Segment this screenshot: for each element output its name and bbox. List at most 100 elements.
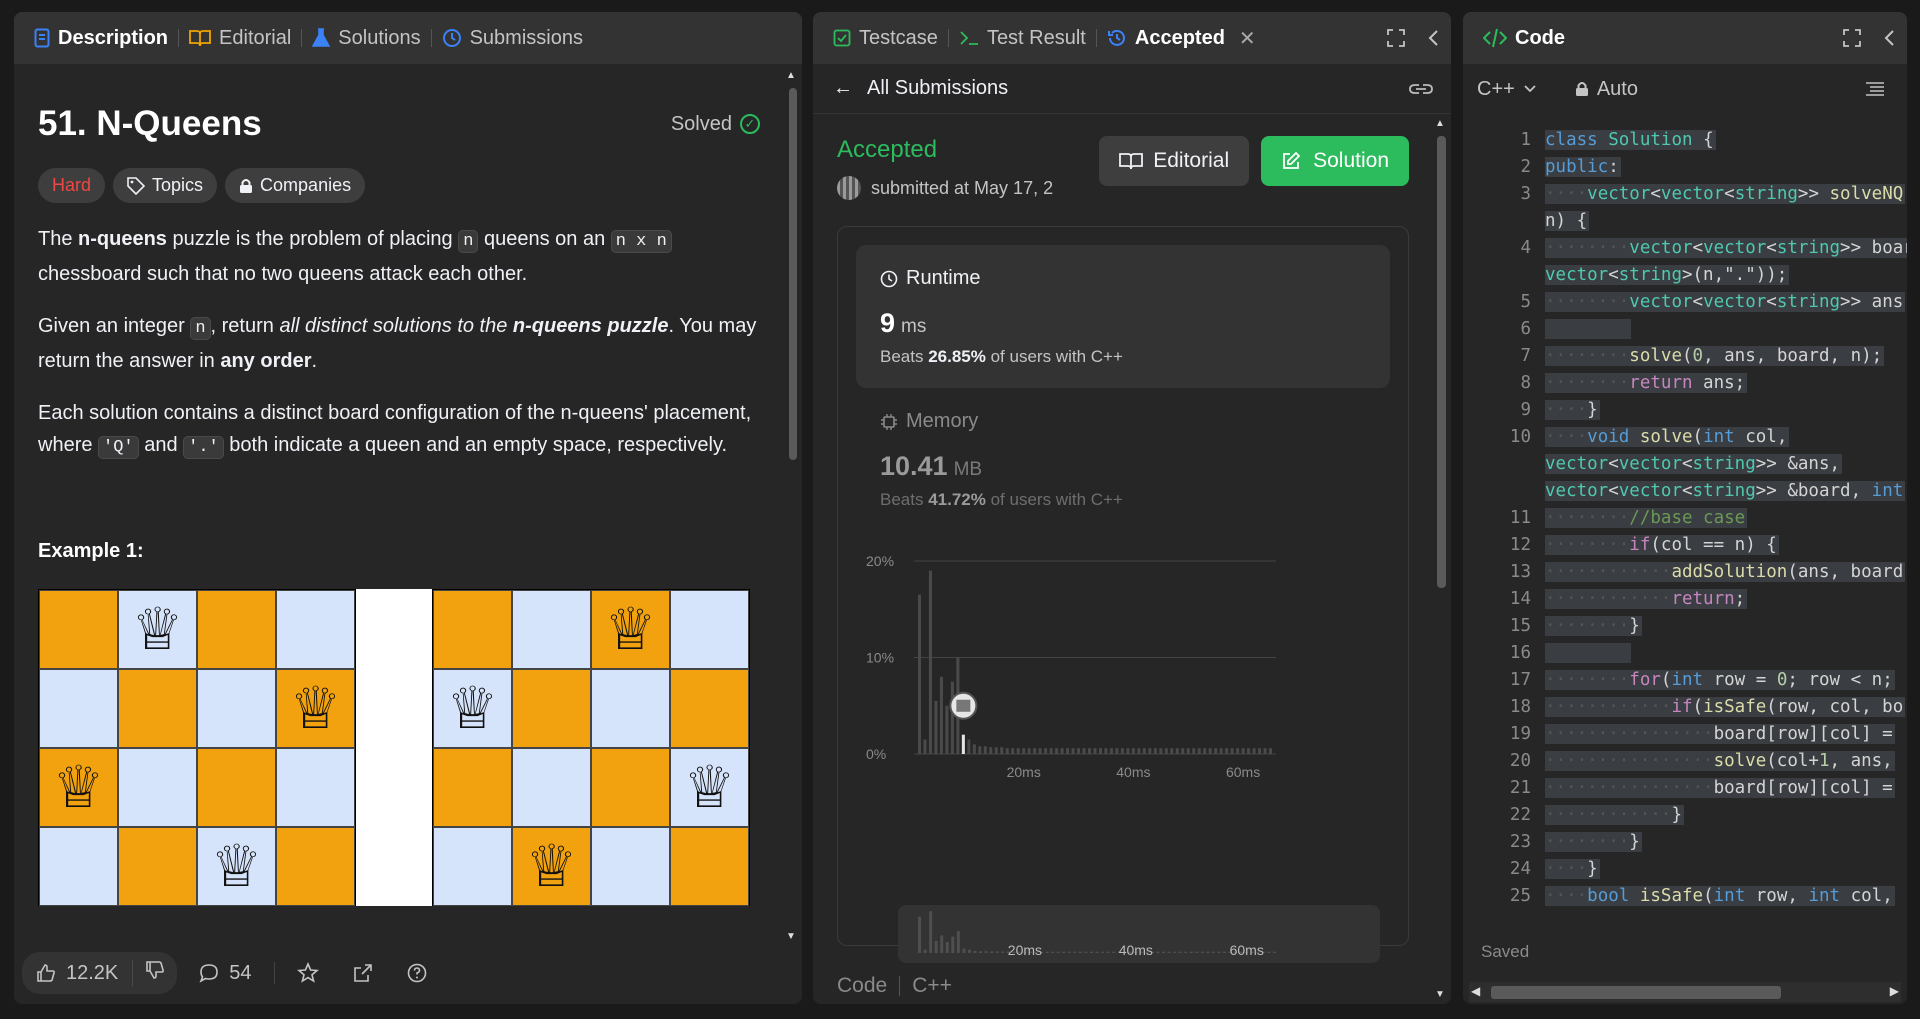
tab-accepted[interactable]: Accepted ✕ [1097,12,1266,64]
solution-button-label: Solution [1313,149,1389,172]
tab-testcase[interactable]: Testcase [823,12,948,64]
overview-bar [1173,951,1177,953]
language-select[interactable]: C++ [1477,78,1537,101]
scroll-left-icon[interactable]: ◀ [1471,984,1480,998]
memory-stat[interactable]: Memory 10.41 MB Beats 41.72% of users wit… [856,388,1390,531]
code-line[interactable]: 17 ········for(int row = 0; row < n; [1463,666,1907,693]
overview-bar [1101,951,1105,953]
board-square [39,590,118,669]
code-line[interactable]: 2 public: [1463,153,1907,180]
code-line[interactable]: 1 class Solution { [1463,126,1907,153]
chart-bar [1230,748,1234,754]
code-line[interactable]: 18 ············if(isSafe(row, col, bo [1463,693,1907,720]
editor-horizontal-scrollbar[interactable]: ◀ ▶ [1469,982,1901,1002]
code-line[interactable]: 0vector<string>(n,".")); [1463,261,1907,288]
code-line[interactable]: 8 ········return ans; [1463,369,1907,396]
close-icon[interactable]: ✕ [1239,26,1256,51]
scroll-up-icon[interactable]: ▲ [1435,118,1445,129]
scrollbar-thumb[interactable] [789,88,797,460]
scroll-down-icon[interactable]: ▼ [786,931,796,942]
board-square: ♕ [512,827,591,906]
topics-tag[interactable]: Topics [113,168,218,203]
memory-unit: MB [953,459,983,480]
tab-editorial[interactable]: Editorial [179,12,301,64]
line-number: 20 [1509,750,1531,771]
comments-button[interactable]: 54 [187,962,263,985]
code-line[interactable]: 0vector<vector<string>> &board, int [1463,477,1907,504]
share-button[interactable] [341,963,385,983]
overview-bar [962,948,966,953]
favorite-button[interactable] [285,962,331,984]
format-icon[interactable] [1865,81,1885,97]
code-line[interactable]: 25 ····bool isSafe(int row, int col, [1463,882,1907,909]
like-button[interactable]: 12.2K [22,962,132,985]
scrollbar-thumb[interactable] [1491,986,1781,999]
code-text: ············return; [1545,588,1748,609]
collapse-icon[interactable] [1883,29,1895,47]
auto-mode[interactable]: Auto [1575,78,1638,101]
submission-scrollbar[interactable]: ▲ ▼ [1435,118,1447,1000]
overview-bar [995,951,999,953]
code-line[interactable]: 14 ············return; [1463,585,1907,612]
code-line[interactable]: 12 ········if(col == n) { [1463,531,1907,558]
help-button[interactable] [395,963,439,983]
code-editor[interactable]: 1 class Solution {2 public: 3 ····vector<vec… [1463,126,1907,916]
tab-submissions[interactable]: Submissions [432,12,593,64]
memory-label: Memory [906,410,979,432]
overview-bar [1195,951,1199,953]
code-line[interactable]: 7 ········solve(0, ans, board, n); [1463,342,1907,369]
code-line[interactable]: 24 ····} [1463,855,1907,882]
link-icon[interactable] [1409,82,1433,96]
code-line[interactable]: 6 [1463,315,1907,342]
code-line[interactable]: 16 [1463,639,1907,666]
code-line[interactable]: 0vector<vector<string>> &ans, [1463,450,1907,477]
line-number: 7 [1520,345,1531,366]
description-scrollbar[interactable]: ▲ ▼ [786,70,798,942]
runtime-stat[interactable]: Runtime 9 ms Beats 26.85% of users with C… [856,245,1390,388]
overview-bar [1078,951,1082,953]
tab-solutions[interactable]: Solutions [302,12,430,64]
line-number: 10 [1509,426,1531,447]
code-text [1545,318,1632,339]
code-line[interactable]: 21 ················board[row][col] = [1463,774,1907,801]
solution-button[interactable]: Solution [1261,136,1409,186]
code-line[interactable]: 20 ················solve(col+1, ans, [1463,747,1907,774]
tab-test-result[interactable]: Test Result [949,12,1096,64]
code-line[interactable]: 15 ········} [1463,612,1907,639]
code-line[interactable]: 11 ········//base case [1463,504,1907,531]
code-line[interactable]: 10 ····void solve(int col, [1463,423,1907,450]
maximize-icon[interactable] [1843,29,1861,47]
board-square [276,590,355,669]
code-line[interactable]: 9 ····} [1463,396,1907,423]
code-line[interactable]: 22 ············} [1463,801,1907,828]
scroll-down-icon[interactable]: ▼ [1435,989,1445,1000]
code-line[interactable]: 4 ········vector<vector<string>> boar [1463,234,1907,261]
all-submissions-link[interactable]: All Submissions [867,77,1008,100]
code-line[interactable]: 5 ········vector<vector<string>> ans [1463,288,1907,315]
companies-tag[interactable]: Companies [225,168,366,203]
tab-code[interactable]: Code [1473,12,1575,64]
editorial-button[interactable]: Editorial [1099,136,1250,186]
help-icon [407,963,426,983]
code-line[interactable]: 0n) { [1463,207,1907,234]
avatar[interactable] [837,176,861,200]
code-line[interactable]: 19 ················board[row][col] = [1463,720,1907,747]
scroll-up-icon[interactable]: ▲ [786,70,796,81]
chart-overview[interactable]: 20ms 40ms 60ms [898,905,1380,963]
code-line[interactable]: 13 ············addSolution(ans, board [1463,558,1907,585]
code-line[interactable]: 23 ········} [1463,828,1907,855]
x-tick-label: 20ms [1007,764,1041,780]
arrow-left-icon[interactable]: ← [833,77,853,100]
collapse-icon[interactable] [1427,29,1439,47]
chart-bar [917,594,921,754]
dislike-button[interactable] [132,960,177,986]
code-text: ········} [1545,831,1642,852]
tab-description[interactable]: Description [24,12,178,64]
problem-title[interactable]: 51. N-Queens [38,104,262,144]
maximize-icon[interactable] [1387,29,1405,47]
code-line[interactable]: 3 ····vector<vector<string>> solveNQ [1463,180,1907,207]
chart-bar [1005,748,1009,754]
scroll-right-icon[interactable]: ▶ [1890,984,1899,998]
scrollbar-thumb[interactable] [1437,136,1446,588]
chart-bar [1033,748,1037,754]
